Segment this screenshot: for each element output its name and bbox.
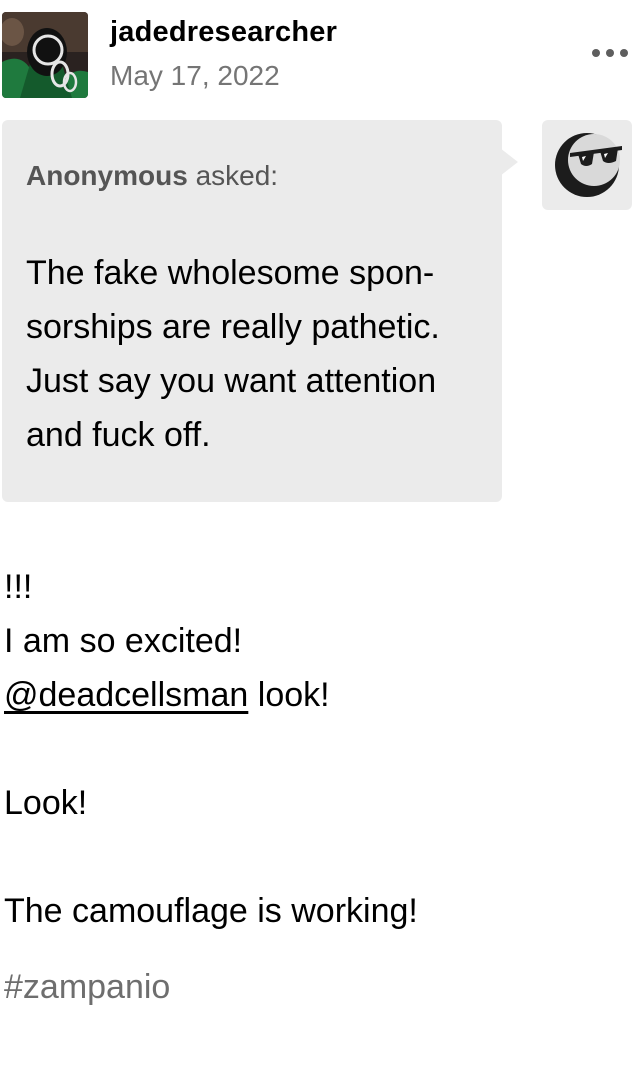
avatar[interactable]	[2, 12, 88, 98]
body-line: Look!	[4, 784, 88, 822]
more-dot	[620, 49, 628, 57]
asker-suffix: asked:	[195, 160, 279, 191]
asker-name: Anonymous	[26, 160, 188, 191]
post-date[interactable]: May 17, 2022	[110, 60, 280, 92]
sunglasses-moon-icon	[555, 133, 622, 197]
question-line: Just say you want attention	[26, 362, 437, 400]
mention-suffix: look!	[248, 676, 330, 714]
anonymous-avatar[interactable]	[542, 120, 632, 210]
ask-bubble-tail	[500, 148, 518, 176]
username[interactable]: jadedresearcher	[110, 16, 337, 49]
question-line: sorships are really pathetic.	[26, 308, 440, 346]
mention-link[interactable]: @deadcellsman	[4, 676, 248, 714]
ask-question: The fake wholesome spon- sorships are re…	[26, 246, 488, 462]
ask-header: Anonymous asked:	[26, 160, 278, 192]
question-line: and fuck off.	[26, 416, 211, 454]
question-line: The fake wholesome spon-	[26, 254, 435, 292]
more-options-button[interactable]	[592, 40, 632, 66]
avatar-image	[2, 12, 88, 98]
post-body: !!! I am so excited! @deadcellsman look!…	[4, 560, 418, 938]
more-horizontal-icon	[592, 49, 600, 57]
body-line: !!!	[4, 568, 33, 606]
body-line: I am so excited!	[4, 622, 243, 660]
body-line: The camouflage is working!	[4, 892, 418, 930]
tag-link[interactable]: #zampanio	[4, 968, 170, 1007]
body-line-mention: @deadcellsman look!	[4, 668, 418, 722]
more-dot	[606, 49, 614, 57]
